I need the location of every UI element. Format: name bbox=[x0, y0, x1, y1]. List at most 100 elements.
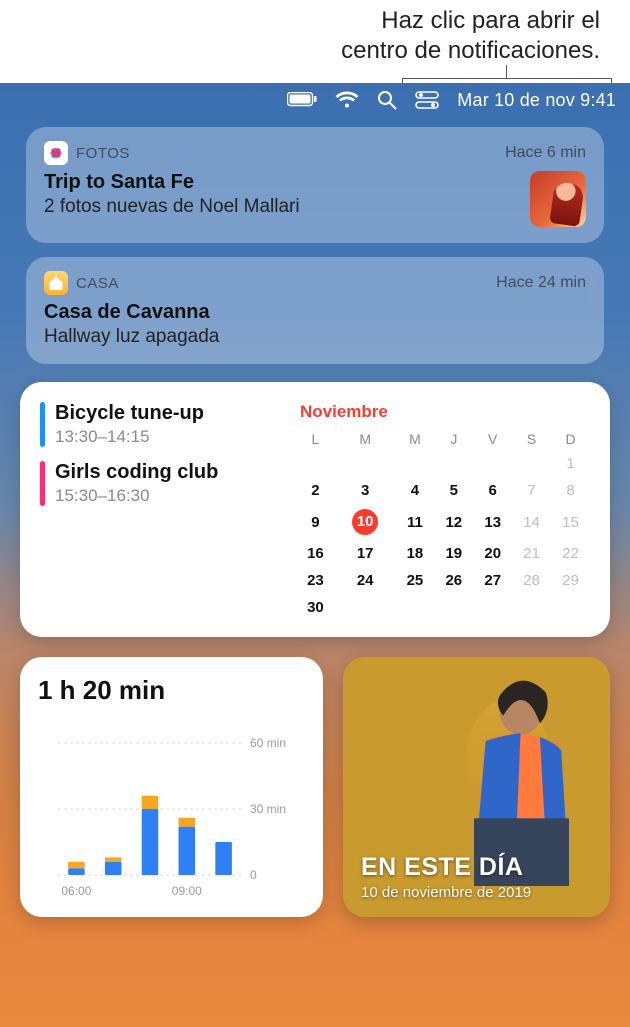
calendar-day bbox=[473, 450, 512, 477]
calendar-month-label: Noviembre bbox=[296, 402, 590, 422]
photos-memories-widget[interactable]: EN ESTE DÍA 10 de noviembre de 2019 bbox=[343, 657, 610, 917]
calendar-day[interactable]: 25 bbox=[395, 567, 434, 594]
calendar-day[interactable]: 12 bbox=[434, 504, 473, 540]
calendar-weekday: M bbox=[335, 428, 396, 450]
screen-time-total: 1 h 20 min bbox=[38, 675, 305, 706]
svg-text:06:00: 06:00 bbox=[61, 884, 91, 898]
calendar-day[interactable]: 5 bbox=[434, 477, 473, 504]
screen-time-chart: 60 min 30 min 0 06:00 09:00 bbox=[38, 733, 298, 903]
notification-app-name: CASA bbox=[76, 275, 119, 292]
calendar-day[interactable]: 10 bbox=[335, 504, 396, 540]
wifi-icon[interactable] bbox=[335, 91, 359, 109]
svg-text:0: 0 bbox=[250, 868, 257, 882]
calendar-event[interactable]: Bicycle tune-up 13:30–14:15 bbox=[40, 402, 282, 447]
event-time: 15:30–16:30 bbox=[55, 486, 218, 506]
calendar-day[interactable]: 17 bbox=[335, 540, 396, 567]
calendar-day bbox=[434, 594, 473, 621]
calendar-day bbox=[296, 450, 335, 477]
calendar-day[interactable]: 18 bbox=[395, 540, 434, 567]
screen-time-widget[interactable]: 1 h 20 min 60 min 30 min 0 06:00 09:00 bbox=[20, 657, 323, 917]
calendar-day[interactable]: 28 bbox=[512, 567, 551, 594]
calendar-day[interactable]: 11 bbox=[395, 504, 434, 540]
calendar-day[interactable]: 27 bbox=[473, 567, 512, 594]
event-title: Girls coding club bbox=[55, 461, 218, 484]
calendar-day[interactable]: 16 bbox=[296, 540, 335, 567]
calendar-day bbox=[512, 450, 551, 477]
calendar-day[interactable]: 21 bbox=[512, 540, 551, 567]
notification-body: Casa de Cavanna Hallway luz apagada bbox=[44, 301, 586, 348]
home-app-icon bbox=[44, 271, 68, 295]
calendar-day bbox=[395, 450, 434, 477]
memories-date: 10 de noviembre de 2019 bbox=[361, 884, 531, 901]
calendar-day[interactable]: 9 bbox=[296, 504, 335, 540]
calendar-day[interactable]: 30 bbox=[296, 594, 335, 621]
calendar-day bbox=[395, 594, 434, 621]
calendar-day[interactable]: 8 bbox=[551, 477, 590, 504]
notification-center-panel: Mar 10 de nov 9:41 bbox=[0, 83, 630, 1027]
notification-title: Casa de Cavanna bbox=[44, 301, 586, 324]
event-color-bar bbox=[40, 402, 45, 447]
calendar-day[interactable]: 15 bbox=[551, 504, 590, 540]
photos-app-icon bbox=[44, 141, 68, 165]
calendar-day[interactable]: 1 bbox=[551, 450, 590, 477]
notification-time: Hace 6 min bbox=[505, 144, 586, 162]
calendar-day[interactable]: 2 bbox=[296, 477, 335, 504]
annotation-line1: Haz clic para abrir el bbox=[0, 6, 600, 36]
annotation-callout: Haz clic para abrir el centro de notific… bbox=[0, 0, 630, 78]
control-center-icon[interactable] bbox=[415, 91, 439, 109]
notification-app-name: FOTOS bbox=[76, 145, 130, 162]
calendar-weekday: L bbox=[296, 428, 335, 450]
calendar-day[interactable]: 22 bbox=[551, 540, 590, 567]
calendar-day[interactable]: 29 bbox=[551, 567, 590, 594]
notification-thumbnail bbox=[530, 171, 586, 227]
calendar-day[interactable]: 26 bbox=[434, 567, 473, 594]
memories-title: EN ESTE DÍA bbox=[361, 853, 531, 882]
calendar-event[interactable]: Girls coding club 15:30–16:30 bbox=[40, 461, 282, 506]
menu-bar-datetime[interactable]: Mar 10 de nov 9:41 bbox=[457, 90, 616, 111]
widget-row: 1 h 20 min 60 min 30 min 0 06:00 09:00 EN ES… bbox=[20, 657, 610, 917]
calendar-weekday: J bbox=[434, 428, 473, 450]
calendar-weekday: D bbox=[551, 428, 590, 450]
svg-text:09:00: 09:00 bbox=[172, 884, 202, 898]
calendar-weekday: V bbox=[473, 428, 512, 450]
calendar-day[interactable]: 19 bbox=[434, 540, 473, 567]
event-color-bar bbox=[40, 461, 45, 506]
mini-calendar[interactable]: Noviembre LMMJVSD 1234567891011121314151… bbox=[296, 402, 590, 621]
calendar-day[interactable]: 20 bbox=[473, 540, 512, 567]
calendar-day bbox=[512, 594, 551, 621]
calendar-event-list: Bicycle tune-up 13:30–14:15 Girls coding… bbox=[40, 402, 282, 621]
calendar-day[interactable]: 23 bbox=[296, 567, 335, 594]
calendar-day bbox=[335, 594, 396, 621]
calendar-day[interactable]: 6 bbox=[473, 477, 512, 504]
calendar-day[interactable]: 3 bbox=[335, 477, 396, 504]
calendar-day bbox=[335, 450, 396, 477]
calendar-weekday: S bbox=[512, 428, 551, 450]
notification-title: Trip to Santa Fe bbox=[44, 171, 520, 194]
calendar-day[interactable]: 7 bbox=[512, 477, 551, 504]
calendar-day bbox=[473, 594, 512, 621]
annotation-line2: centro de notificaciones. bbox=[0, 36, 600, 66]
notification-photos[interactable]: FOTOS Hace 6 min Trip to Santa Fe 2 foto… bbox=[26, 127, 604, 243]
calendar-day[interactable]: 14 bbox=[512, 504, 551, 540]
calendar-day[interactable]: 13 bbox=[473, 504, 512, 540]
notification-subtitle: 2 fotos nuevas de Noel Mallari bbox=[44, 196, 520, 218]
svg-text:60 min: 60 min bbox=[250, 736, 286, 750]
event-time: 13:30–14:15 bbox=[55, 427, 204, 447]
calendar-day bbox=[551, 594, 590, 621]
annotation-pointer bbox=[506, 65, 507, 78]
widget-area: Bicycle tune-up 13:30–14:15 Girls coding… bbox=[0, 364, 630, 917]
calendar-day[interactable]: 24 bbox=[335, 567, 396, 594]
calendar-day bbox=[434, 450, 473, 477]
notification-header: FOTOS Hace 6 min bbox=[44, 141, 586, 165]
svg-text:30 min: 30 min bbox=[250, 802, 286, 816]
calendar-weekday: M bbox=[395, 428, 434, 450]
notification-subtitle: Hallway luz apagada bbox=[44, 326, 586, 348]
notification-home[interactable]: CASA Hace 24 min Casa de Cavanna Hallway… bbox=[26, 257, 604, 364]
calendar-widget[interactable]: Bicycle tune-up 13:30–14:15 Girls coding… bbox=[20, 382, 610, 637]
spotlight-search-icon[interactable] bbox=[377, 90, 397, 110]
battery-icon[interactable] bbox=[287, 92, 317, 108]
calendar-grid: LMMJVSD 12345678910111213141516171819202… bbox=[296, 428, 590, 621]
event-title: Bicycle tune-up bbox=[55, 402, 204, 425]
calendar-day[interactable]: 4 bbox=[395, 477, 434, 504]
notification-list: FOTOS Hace 6 min Trip to Santa Fe 2 foto… bbox=[0, 117, 630, 364]
